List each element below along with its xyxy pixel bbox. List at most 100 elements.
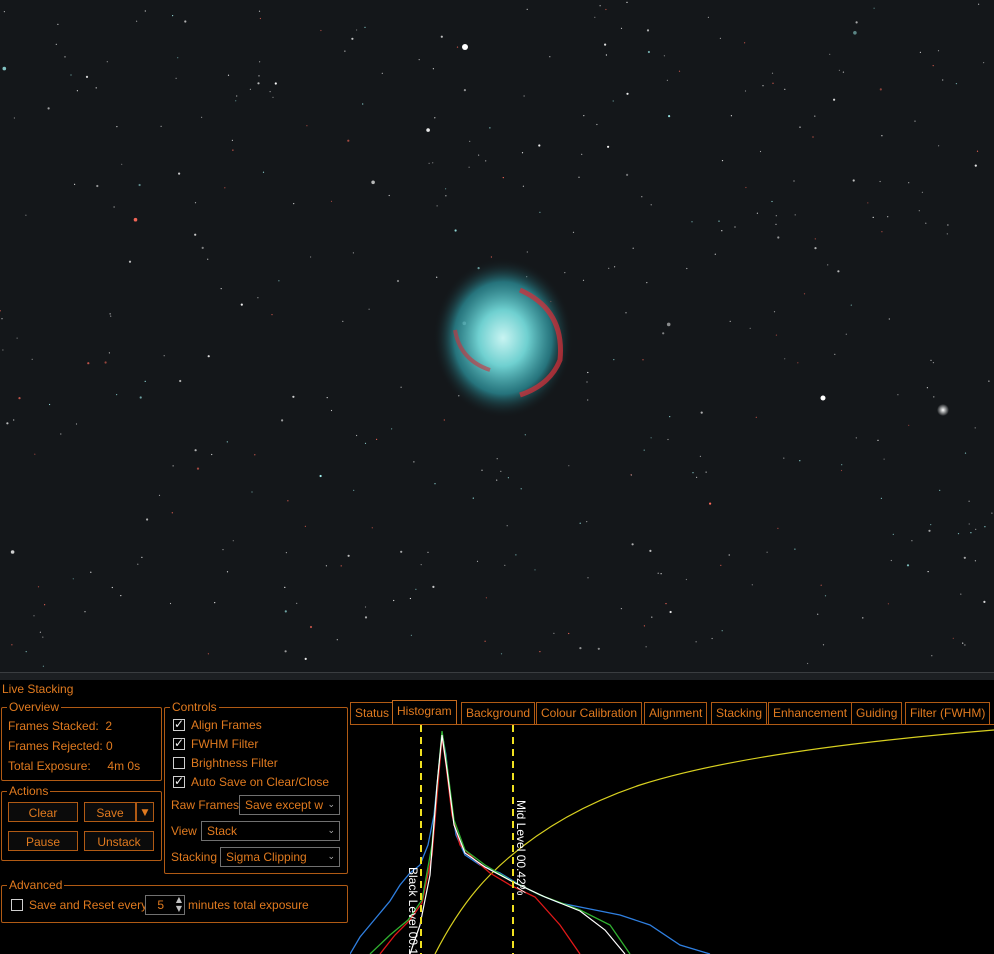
star: [104, 361, 107, 364]
unstack-button[interactable]: Unstack: [84, 831, 154, 851]
star: [879, 88, 882, 91]
star: [579, 647, 582, 650]
tab-histogram[interactable]: Histogram: [392, 700, 457, 724]
star: [705, 471, 707, 473]
star: [797, 362, 799, 364]
star: [171, 512, 173, 514]
tab-background[interactable]: Background: [461, 702, 536, 724]
star: [594, 16, 596, 18]
star: [74, 183, 76, 185]
star: [340, 565, 342, 567]
star: [351, 37, 354, 40]
tab-alignment[interactable]: Alignment: [644, 702, 708, 724]
star: [504, 564, 506, 567]
star: [232, 540, 234, 542]
star: [293, 203, 295, 205]
image-viewer[interactable]: [0, 0, 994, 672]
star: [983, 62, 985, 64]
star: [506, 525, 508, 527]
star: [463, 89, 466, 92]
star: [137, 563, 139, 565]
star: [932, 362, 935, 364]
align-frames-checkbox[interactable]: [173, 717, 185, 731]
star: [930, 524, 932, 526]
star: [526, 8, 528, 10]
chevron-down-icon: ⌄: [327, 800, 335, 810]
star: [207, 258, 209, 260]
star: [0, 310, 1, 312]
tab-filter-fwhm[interactable]: Filter (FWHM): [905, 702, 991, 724]
star: [777, 236, 780, 239]
star: [111, 586, 113, 589]
view-select[interactable]: Stack ⌄: [201, 821, 340, 841]
star: [330, 409, 333, 412]
tab-enhancement[interactable]: Enhancement: [768, 702, 853, 724]
star: [526, 251, 528, 253]
star: [432, 585, 435, 589]
clear-button[interactable]: Clear: [8, 802, 78, 822]
fwhm-filter-checkbox[interactable]: [173, 736, 185, 750]
brightness-filter-checkbox[interactable]: [173, 757, 185, 769]
star: [376, 438, 378, 440]
raw-frames-select[interactable]: Save except w ⌄: [239, 795, 340, 815]
save-dropdown-button[interactable]: ▼: [136, 802, 154, 822]
save-reset-checkbox[interactable]: [11, 899, 23, 911]
star: [867, 202, 869, 204]
spin-down-icon[interactable]: ▼: [176, 905, 182, 913]
tab-status[interactable]: Status: [350, 702, 395, 724]
tab-guiding[interactable]: Guiding: [851, 702, 903, 724]
pause-button[interactable]: Pause: [8, 831, 78, 851]
star: [581, 153, 583, 155]
star: [436, 205, 438, 207]
minutes-stepper[interactable]: 5 ▲ ▼: [145, 895, 185, 915]
star: [352, 252, 354, 254]
star: [538, 144, 541, 147]
star: [224, 187, 226, 189]
star: [822, 644, 825, 646]
star: [691, 221, 693, 223]
star: [235, 100, 237, 102]
star: [925, 222, 927, 224]
spin-up-icon[interactable]: ▲: [176, 896, 182, 904]
star: [434, 117, 436, 119]
star: [310, 256, 312, 258]
star: [887, 603, 890, 605]
star: [942, 79, 944, 81]
stacking-select[interactable]: Sigma Clipping ⌄: [220, 847, 340, 867]
star: [872, 216, 874, 218]
star: [292, 395, 295, 398]
star: [175, 77, 177, 79]
star: [777, 527, 779, 530]
star: [426, 128, 430, 132]
star: [906, 564, 910, 567]
stacking-label: Stacking: [171, 850, 218, 864]
star: [978, 3, 980, 5]
star: [799, 126, 801, 128]
tab-colour-calibration[interactable]: Colour Calibration: [536, 702, 643, 724]
star: [649, 549, 652, 553]
star: [108, 352, 110, 354]
star: [445, 188, 447, 190]
star: [605, 54, 608, 56]
star: [336, 639, 338, 641]
tab-stacking[interactable]: Stacking: [711, 702, 768, 724]
star: [262, 171, 265, 173]
star: [686, 267, 688, 270]
star: [194, 202, 197, 204]
star: [605, 8, 607, 11]
star: [502, 177, 504, 179]
star: [714, 253, 716, 255]
star: [507, 477, 509, 479]
star: [37, 586, 40, 588]
star: [921, 191, 924, 193]
star: [729, 320, 731, 322]
star: [472, 497, 474, 499]
star: [775, 215, 777, 217]
star: [955, 83, 958, 85]
auto-save-checkbox[interactable]: [173, 774, 185, 788]
save-button[interactable]: Save: [84, 802, 136, 822]
star: [812, 136, 814, 138]
histogram-view[interactable]: Black Level 00.1 Mid Level 00.42%: [350, 724, 994, 954]
star: [721, 160, 724, 162]
star: [983, 600, 986, 604]
